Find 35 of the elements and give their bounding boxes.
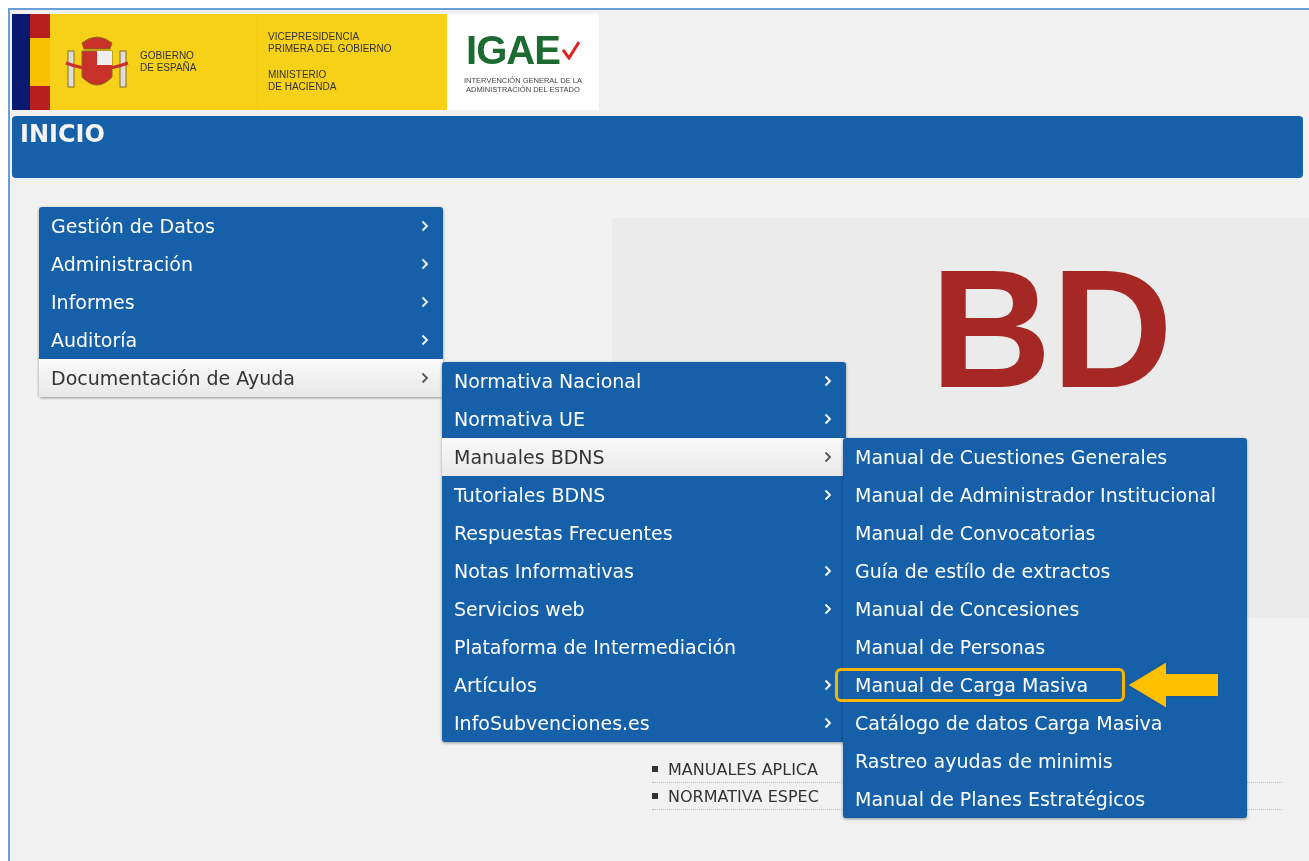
menu-item[interactable]: Plataforma de Intermediación bbox=[442, 628, 846, 666]
bullet-icon bbox=[652, 793, 658, 799]
menu-item[interactable]: Tutoriales BDNS bbox=[442, 476, 846, 514]
menu-item[interactable]: Notas Informativas bbox=[442, 552, 846, 590]
vice-presidency-name: VICEPRESIDENCIA PRIMERA DEL GOBIERNO bbox=[268, 31, 392, 55]
menu-item[interactable]: Guía de estílo de extractos bbox=[843, 552, 1247, 590]
ministry-name: MINISTERIO DE HACIENDA bbox=[268, 69, 337, 93]
menu-item[interactable]: Respuestas Frecuentes bbox=[442, 514, 846, 552]
menu-item[interactable]: InfoSubvenciones.es bbox=[442, 704, 846, 742]
government-name: GOBIERNO DE ESPAÑA bbox=[140, 50, 197, 74]
menu-item[interactable]: Auditoría bbox=[39, 321, 443, 359]
menu-item[interactable]: Manual de Administrador Institucional bbox=[843, 476, 1247, 514]
menu-item[interactable]: Manual de Personas bbox=[843, 628, 1247, 666]
menu-item[interactable]: Manual de Carga Masiva bbox=[843, 666, 1247, 704]
menu-item[interactable]: Administración bbox=[39, 245, 443, 283]
checkmark-icon bbox=[561, 40, 580, 60]
bullet-icon bbox=[652, 766, 658, 772]
menu-item[interactable]: Informes bbox=[39, 283, 443, 321]
menu-item[interactable]: Manual de Convocatorias bbox=[843, 514, 1247, 552]
menu-item[interactable]: Catálogo de datos Carga Masiva bbox=[843, 704, 1247, 742]
menu-item[interactable]: Manual de Concesiones bbox=[843, 590, 1247, 628]
menu-item[interactable]: Normativa Nacional bbox=[442, 362, 846, 400]
link[interactable]: NORMATIVA ESPEC bbox=[668, 786, 819, 806]
logo-text: BD bbox=[930, 254, 1173, 404]
menu-item[interactable]: Manual de Planes Estratégicos bbox=[843, 780, 1247, 818]
agency-acronym: IGAE bbox=[466, 30, 560, 70]
menu-item[interactable]: Servicios web bbox=[442, 590, 846, 628]
link[interactable]: MANUALES APLICA bbox=[668, 759, 818, 779]
page-title: INICIO bbox=[20, 120, 106, 148]
menu-item[interactable]: Manual de Cuestiones Generales bbox=[843, 438, 1247, 476]
menu-item[interactable]: Gestión de Datos bbox=[39, 207, 443, 245]
menu-item[interactable]: Rastreo ayudas de minimis bbox=[843, 742, 1247, 780]
menu-item[interactable]: Documentación de Ayuda bbox=[39, 359, 443, 397]
menu-item[interactable]: Normativa UE bbox=[442, 400, 846, 438]
menu-item[interactable]: Manuales BDNS bbox=[442, 438, 846, 476]
